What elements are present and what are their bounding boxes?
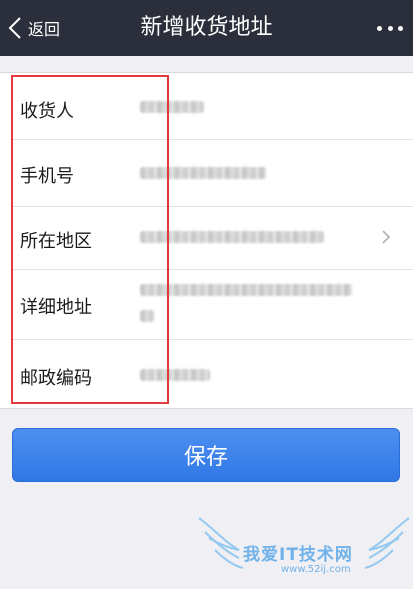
recipient-value[interactable] — [140, 101, 204, 113]
phone-value[interactable] — [140, 167, 266, 179]
postal-code-label: 邮政编码 — [20, 368, 92, 389]
watermark-text: 我爱IT技术网 — [243, 545, 353, 565]
wings-logo-icon — [198, 517, 410, 569]
postal-code-row[interactable]: 邮政编码 — [0, 340, 413, 409]
recipient-label: 收货人 — [20, 101, 74, 122]
save-button[interactable]: 保存 — [12, 428, 400, 482]
more-icon — [377, 25, 382, 31]
address-form: 收货人 手机号 所在地区 详细地址 邮政编码 — [0, 72, 413, 409]
region-value[interactable] — [140, 231, 324, 243]
watermark-url: www.52ij.com — [281, 564, 351, 575]
detail-address-label: 详细地址 — [20, 297, 92, 318]
chevron-right-icon — [382, 230, 391, 244]
region-row[interactable]: 所在地区 — [0, 207, 413, 270]
phone-row[interactable]: 手机号 — [0, 140, 413, 207]
detail-address-row[interactable]: 详细地址 — [0, 270, 413, 340]
phone-label: 手机号 — [20, 166, 74, 187]
chevron-left-icon — [8, 17, 21, 39]
recipient-row[interactable]: 收货人 — [0, 73, 413, 140]
back-label: 返回 — [28, 20, 61, 39]
postal-code-value[interactable] — [140, 369, 210, 381]
page-title: 新增收货地址 — [140, 15, 273, 40]
watermark: 我爱IT技术网 www.52ij.com — [195, 510, 413, 589]
region-label: 所在地区 — [20, 231, 92, 252]
detail-address-value[interactable] — [140, 284, 352, 296]
navbar: 返回 新增收货地址 — [0, 0, 413, 56]
back-button[interactable]: 返回 — [8, 0, 60, 56]
more-button[interactable] — [377, 17, 403, 39]
